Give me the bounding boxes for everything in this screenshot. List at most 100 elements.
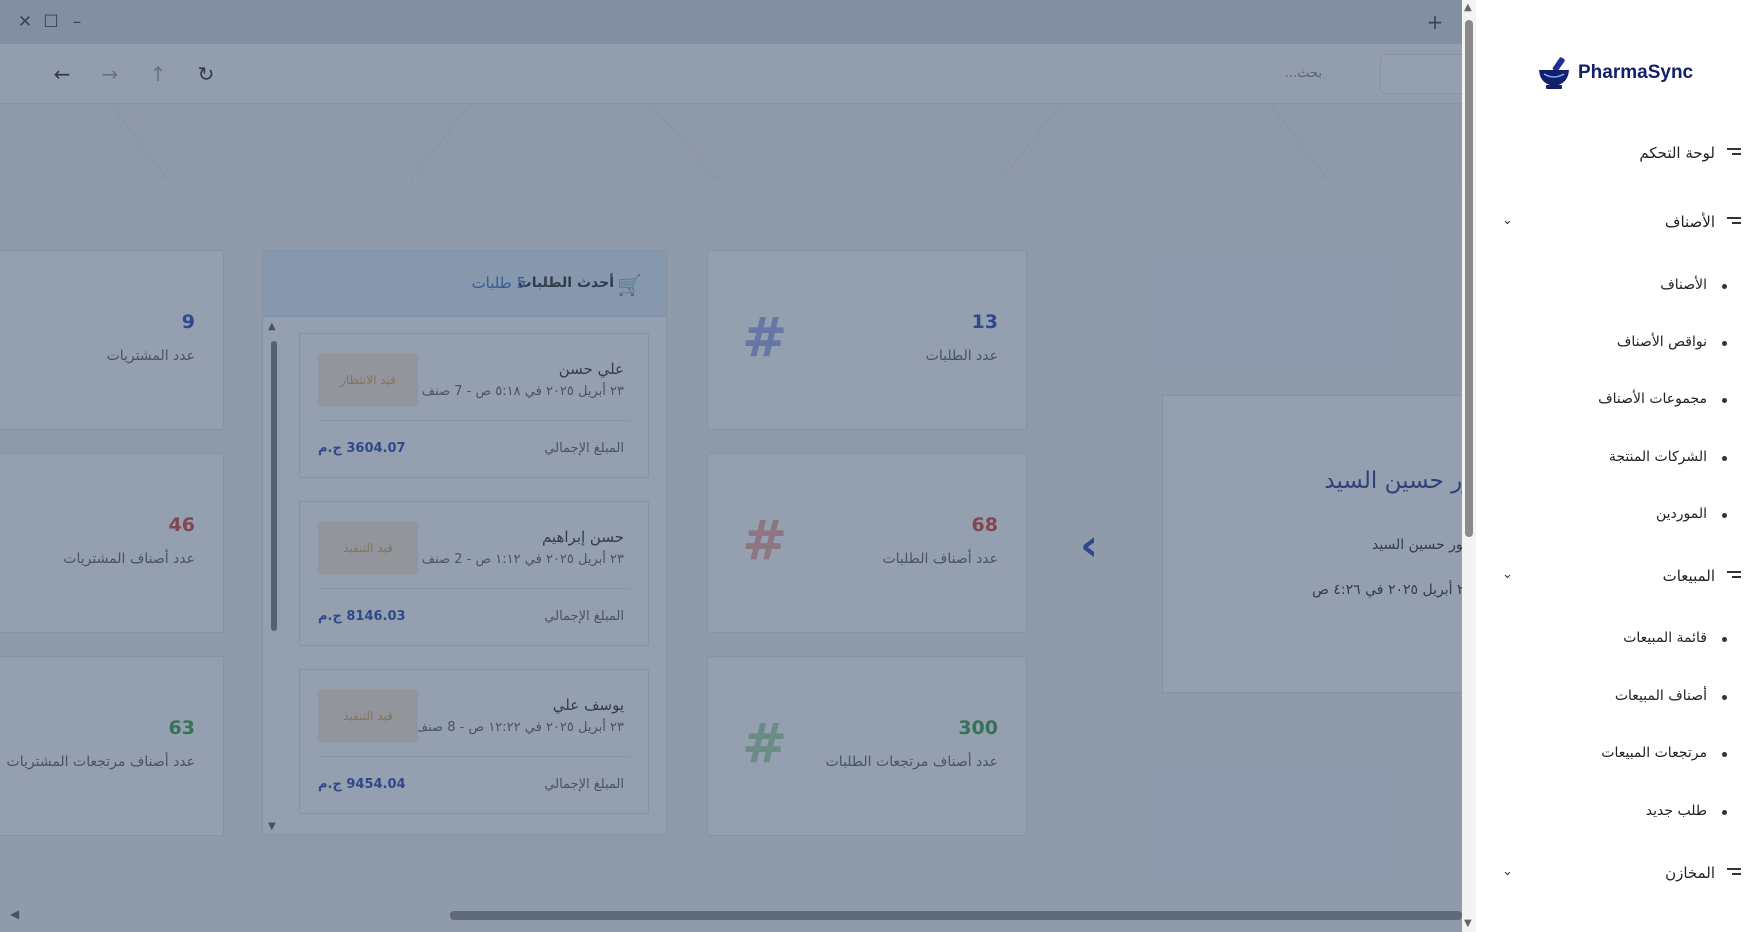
doctor-title: كتور حسين السيد bbox=[1324, 468, 1462, 494]
divider bbox=[318, 756, 630, 757]
order-card[interactable]: علي حسن ٢٣ أبريل ٢٠٢٥ في ٥:١٨ ص - 7 صنف … bbox=[299, 333, 649, 478]
stat-label: عدد أصناف المشتريات bbox=[63, 551, 195, 567]
bullet-icon bbox=[1722, 810, 1727, 815]
chevron-down-icon[interactable]: ⌄ bbox=[1502, 567, 1513, 582]
total-label: المبلغ الإجمالي bbox=[544, 609, 624, 624]
bullet-icon bbox=[1722, 752, 1727, 757]
scroll-down-icon[interactable]: ▼ bbox=[1464, 918, 1472, 929]
back-arrow-icon[interactable]: ← bbox=[48, 60, 76, 88]
cart-icon: 🛒 bbox=[617, 273, 642, 297]
total-label: المبلغ الإجمالي bbox=[544, 777, 624, 792]
bullet-icon bbox=[1722, 341, 1727, 346]
sidebar-subitem-label: نواقص الأصناف bbox=[1616, 334, 1707, 350]
menu-lines-icon bbox=[1727, 148, 1741, 158]
bullet-icon bbox=[1722, 284, 1727, 289]
sidebar-item-label: لوحة التحكم bbox=[1639, 144, 1715, 162]
bullet-icon bbox=[1722, 398, 1727, 403]
divider bbox=[318, 420, 630, 421]
stat-value: 63 bbox=[168, 717, 195, 739]
menu-lines-icon bbox=[1727, 868, 1741, 878]
close-icon[interactable]: ✕ bbox=[14, 11, 36, 33]
sidebar-subitem-shortages[interactable]: نواقص الأصناف bbox=[1476, 330, 1755, 358]
toolbar: ← → ↑ ↻ بحث... bbox=[0, 44, 1462, 104]
stat-card-order-returns[interactable]: # 300 عدد أصناف مرتجعات الطلبات bbox=[707, 656, 1027, 836]
scroll-thumb[interactable] bbox=[450, 911, 1462, 920]
bullet-icon bbox=[1722, 456, 1727, 461]
sidebar-subitem-items[interactable]: الأصناف bbox=[1476, 273, 1755, 301]
mortar-pestle-icon bbox=[1539, 57, 1569, 89]
latest-orders-panel: 🛒 أحدث الطلبات 5 طلبات ▲ ▼ علي حسن ٢٣ أب… bbox=[262, 250, 667, 835]
order-meta: ٢٣ أبريل ٢٠٢٥ في ١٢:٢٢ ص - 8 صنف bbox=[414, 720, 624, 735]
order-meta: ٢٣ أبريل ٢٠٢٥ في ١:١٢ ص - 2 صنف bbox=[421, 552, 624, 567]
doctor-date: ٢٤ أبريل ٢٠٢٥ في ٤:٢٦ ص bbox=[1312, 582, 1462, 598]
up-arrow-icon[interactable]: ↑ bbox=[144, 60, 172, 88]
chevron-left-icon[interactable]: ‹ bbox=[1080, 520, 1098, 571]
sidebar-subitem-label: قائمة المبيعات bbox=[1623, 630, 1707, 646]
order-meta: ٢٣ أبريل ٢٠٢٥ في ٥:١٨ ص - 7 صنف bbox=[421, 384, 624, 399]
doctor-subtitle: كتور حسين السيد bbox=[1371, 537, 1462, 553]
sidebar-item-label: الأصناف bbox=[1664, 213, 1715, 231]
status-badge: قيد الانتظار bbox=[318, 354, 418, 406]
chevron-down-icon[interactable]: ⌄ bbox=[1502, 213, 1513, 228]
scroll-up-icon[interactable]: ▲ bbox=[268, 321, 276, 332]
decorative-banner bbox=[0, 104, 1462, 182]
maximize-icon[interactable]: ☐ bbox=[40, 11, 62, 33]
sidebar-subitem-new-order[interactable]: طلب جديد bbox=[1476, 799, 1755, 827]
logo: PharmaSync bbox=[1536, 56, 1716, 92]
menu-lines-icon bbox=[1727, 217, 1741, 227]
status-badge: قيد التنفيذ bbox=[318, 690, 418, 742]
sidebar-item-label: المبيعات bbox=[1662, 567, 1715, 585]
stat-value: 46 bbox=[168, 514, 195, 536]
orders-count: 5 طلبات bbox=[471, 274, 526, 292]
order-card[interactable]: حسن إبراهيم ٢٣ أبريل ٢٠٢٥ في ١:١٢ ص - 2 … bbox=[299, 501, 649, 646]
order-card[interactable]: يوسف علي ٢٣ أبريل ٢٠٢٥ في ١٢:٢٢ ص - 8 صن… bbox=[299, 669, 649, 814]
divider bbox=[318, 588, 630, 589]
new-tab-icon[interactable]: + bbox=[1424, 10, 1446, 34]
sidebar-subitem-sales-items[interactable]: أصناف المبيعات bbox=[1476, 684, 1755, 712]
sidebar-subitem-suppliers[interactable]: الموردين bbox=[1476, 502, 1755, 530]
scroll-up-icon[interactable]: ▲ bbox=[1464, 2, 1472, 13]
search-area: بحث... bbox=[1180, 54, 1462, 94]
hash-icon: # bbox=[742, 306, 788, 369]
sidebar-subitem-label: أصناف المبيعات bbox=[1614, 688, 1707, 704]
sidebar-subitem-manufacturers[interactable]: الشركات المنتجة bbox=[1476, 445, 1755, 473]
scroll-down-icon[interactable]: ▼ bbox=[268, 821, 276, 832]
sidebar-subitem-label: طلب جديد bbox=[1645, 803, 1707, 819]
sidebar-item-dashboard[interactable]: لوحة التحكم bbox=[1476, 140, 1755, 170]
scroll-left-icon[interactable]: ◀ bbox=[10, 907, 19, 921]
vertical-scrollbar[interactable]: ▲ ▼ bbox=[1462, 0, 1476, 932]
stat-label: عدد أصناف الطلبات bbox=[882, 551, 998, 567]
refresh-icon[interactable]: ↻ bbox=[192, 60, 220, 88]
stat-card-purchase-returns[interactable]: 63 عدد أصناف مرتجعات المشتريات bbox=[0, 656, 224, 836]
total-label: المبلغ الإجمالي bbox=[544, 441, 624, 456]
orders-scrollbar[interactable]: ▲ ▼ bbox=[267, 321, 279, 832]
sidebar-item-items[interactable]: الأصناف ⌄ bbox=[1476, 209, 1755, 239]
bullet-icon bbox=[1722, 513, 1727, 518]
scroll-thumb[interactable] bbox=[1465, 20, 1473, 537]
horizontal-scrollbar[interactable]: ◀ bbox=[0, 905, 1462, 932]
stat-value: 13 bbox=[971, 311, 998, 333]
chevron-down-icon[interactable]: ⌄ bbox=[1502, 864, 1513, 879]
stat-card-purchase-items[interactable]: 46 عدد أصناف المشتريات bbox=[0, 453, 224, 633]
hash-icon: # bbox=[742, 712, 788, 775]
scroll-thumb[interactable] bbox=[271, 341, 277, 631]
sidebar-subitem-label: الموردين bbox=[1655, 506, 1707, 522]
sidebar-subitem-sales-list[interactable]: قائمة المبيعات bbox=[1476, 626, 1755, 654]
orders-title: أحدث الطلبات bbox=[517, 275, 614, 291]
stat-card-orders[interactable]: # 13 عدد الطلبات bbox=[707, 250, 1027, 430]
logo-text: PharmaSync bbox=[1578, 62, 1694, 83]
stat-card-order-items[interactable]: # 68 عدد أصناف الطلبات bbox=[707, 453, 1027, 633]
stat-card-purchases[interactable]: 9 عدد المشتريات bbox=[0, 250, 224, 430]
sidebar-subitem-sales-returns[interactable]: مرتجعات المبيعات bbox=[1476, 741, 1755, 769]
search-input[interactable] bbox=[1380, 54, 1462, 94]
stat-value: 68 bbox=[971, 514, 998, 536]
title-bar: ✕ ☐ – + bbox=[0, 0, 1462, 44]
menu-lines-icon bbox=[1727, 571, 1741, 581]
sidebar-subitem-groups[interactable]: مجموعات الأصناف bbox=[1476, 387, 1755, 415]
minimize-icon[interactable]: – bbox=[66, 11, 88, 33]
forward-arrow-icon[interactable]: → bbox=[96, 60, 124, 88]
sidebar-subitem-label: الأصناف bbox=[1660, 277, 1707, 293]
search-placeholder: بحث... bbox=[1284, 66, 1322, 81]
sidebar-item-stores[interactable]: المخازن ⌄ bbox=[1476, 860, 1755, 890]
sidebar-item-sales[interactable]: المبيعات ⌄ bbox=[1476, 563, 1755, 593]
